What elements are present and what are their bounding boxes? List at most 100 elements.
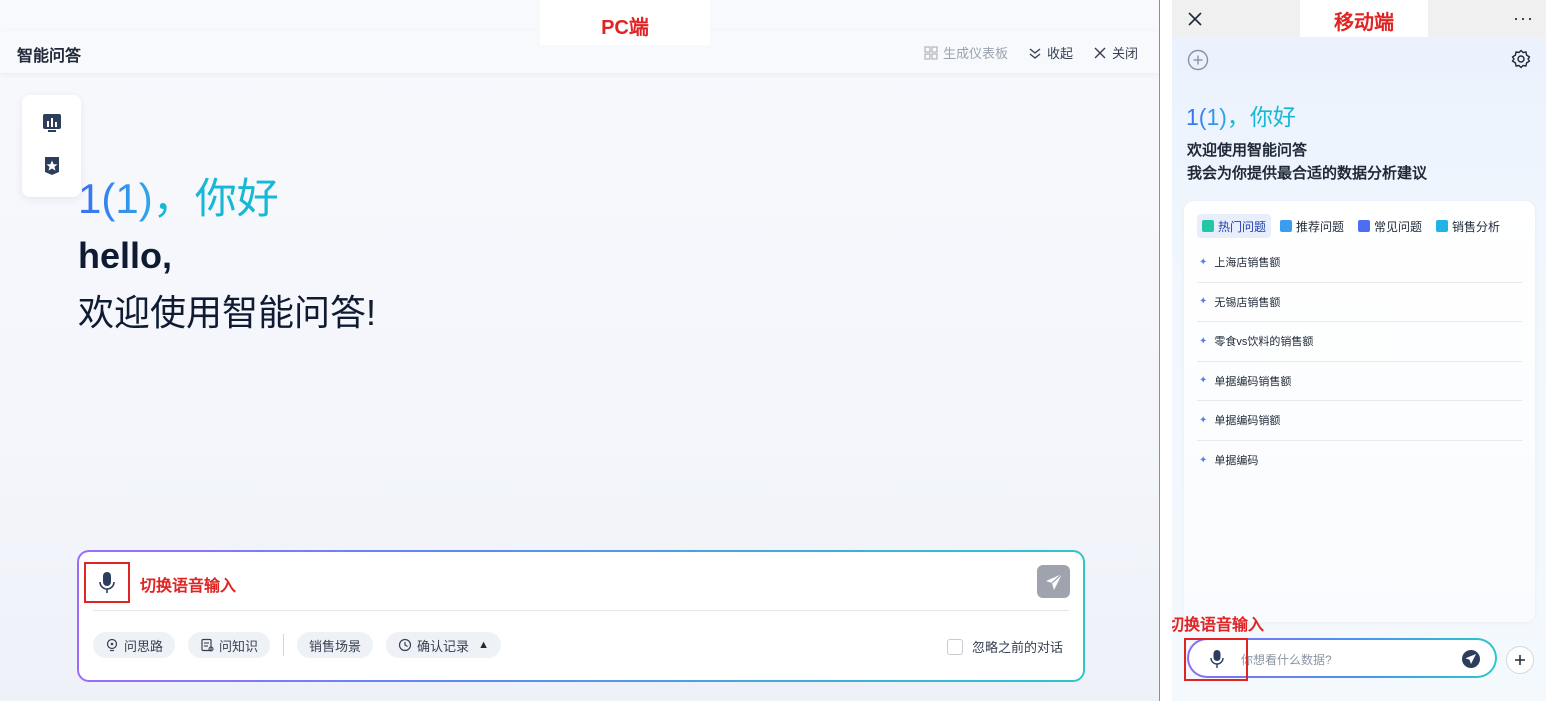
sparkle-icon: ✦ [1199,375,1208,387]
mobile-welcome-line2: 我会为你提供最合适的数据分析建议 [1187,165,1428,182]
greeting-name: 1(1) [78,175,153,222]
close-button[interactable]: 关闭 [1093,43,1138,62]
chip-ask-idea-label: 问思路 [124,638,164,654]
ignore-previous-toggle[interactable]: 忽略之前的对话 [946,637,1063,656]
sparkle-icon: ✦ [1199,414,1208,426]
side-rail [22,95,81,197]
lightbulb-icon [106,638,118,652]
page-title: 智能问答 [17,48,82,65]
chip-confirm-records-label: 确认记录 [417,638,470,654]
mobile-voice-annotation: 切换语音输入 [1172,617,1265,634]
close-icon[interactable] [1186,10,1204,28]
mobile-greeting: 1(1)，你好 [1186,98,1296,132]
close-label: 关闭 [1111,46,1138,61]
tab-hot-questions-label: 热门问题 [1218,219,1267,234]
greeting: 1(1)，你好 [78,165,279,226]
question-text: 无锡店销售额 [1214,296,1281,309]
ignore-previous-checkbox[interactable] [946,638,963,655]
welcome-text: 欢迎使用智能问答! [78,292,377,333]
send-icon[interactable] [1462,650,1480,668]
ignore-previous-label: 忽略之前的对话 [971,640,1063,655]
tab-recommended-questions-label: 推荐问题 [1296,219,1345,234]
tab-recommended-questions[interactable]: 推荐问题 [1275,214,1349,238]
sparkle-icon: ✦ [1199,454,1208,466]
favorites-rail-button[interactable] [42,156,62,176]
chip-sales-scene[interactable]: 销售场景 [297,632,374,658]
question-text: 零食vs饮料的销售额 [1214,336,1314,349]
mobile-input-placeholder: 你想看什么数据? [1241,653,1332,667]
list-item[interactable]: ✦ 零食vs饮料的销售额 [1197,322,1522,362]
close-icon [1094,47,1106,58]
app-root: 智能问答 生成仪表板 收起 关闭 PC端 1(1)，你好 hello, 欢迎使用… [0,0,1546,701]
chip-separator [283,634,285,656]
add-button[interactable] [1506,646,1534,674]
input-divider [93,610,1069,611]
mobile-greeting-name: 1(1) [1186,104,1227,130]
question-text: 单据编码销额 [1214,415,1281,428]
chip-ask-knowledge-label: 问知识 [219,638,259,654]
mobile-top-bar: 移动端 ··· [1172,0,1546,37]
caret-up-icon: ▲ [478,639,489,651]
question-card: 热门问题 推荐问题 常见问题 销售分析 ✦ 上海店销售额 ✦ 无锡店销售额 ✦ … [1184,201,1535,622]
chat-input-box: 切换语音输入 问思路 问知识 销售场景 确认记录 ▲ 忽略之前的对话 [77,550,1085,682]
send-button[interactable] [1037,565,1070,598]
analysis-chart-icon [1436,220,1449,232]
document-icon [201,638,214,652]
tab-hot-questions[interactable]: 热门问题 [1197,214,1272,238]
tab-sales-analysis-label: 销售分析 [1452,219,1501,234]
chart-icon [43,114,61,132]
tab-common-questions-label: 常见问题 [1374,219,1423,234]
new-chat-icon[interactable] [1187,49,1209,71]
collapse-button[interactable]: 收起 [1028,43,1073,62]
mobile-greeting-suffix: ，你好 [1226,104,1296,130]
dashboard-icon [924,45,938,60]
plus-icon [1515,655,1525,665]
send-icon [1045,573,1062,590]
hello-text: hello, [78,235,173,276]
header-actions: 生成仪表板 收起 关闭 [924,43,1138,62]
collapse-label: 收起 [1046,46,1073,61]
hot-questions-icon [1202,220,1214,232]
pc-annotation-label: PC端 [540,0,710,45]
tab-sales-analysis[interactable]: 销售分析 [1431,214,1505,238]
voice-input-annotation: 切换语音输入 [140,578,237,595]
pc-panel: 智能问答 生成仪表板 收起 关闭 PC端 1(1)，你好 hello, 欢迎使用… [0,0,1160,701]
list-item[interactable]: ✦ 上海店销售额 [1197,243,1522,283]
collapse-icon [1029,47,1041,59]
gear-icon[interactable] [1511,49,1531,69]
chat-input-inner: 切换语音输入 问思路 问知识 销售场景 确认记录 ▲ 忽略之前的对话 [79,552,1083,680]
question-text: 上海店销售额 [1214,257,1281,270]
question-text: 单据编码 [1214,455,1259,468]
voice-input-button[interactable] [84,562,130,603]
list-icon [1358,220,1371,232]
bar-chart-icon [1280,220,1293,232]
clock-icon [398,638,412,652]
sparkle-icon: ✦ [1199,256,1208,268]
microphone-icon [99,571,115,593]
generate-dashboard-button[interactable]: 生成仪表板 [924,43,1008,62]
question-tabs: 热门问题 推荐问题 常见问题 销售分析 [1197,214,1505,238]
chip-confirm-records[interactable]: 确认记录 ▲ [386,632,501,658]
star-badge-icon [45,157,59,175]
sparkle-icon: ✦ [1199,296,1208,308]
sparkle-icon: ✦ [1199,335,1208,347]
mobile-panel: 移动端 ··· 1(1)，你好 欢迎使用智能问答 我会为你提供最合适的数据分析建… [1172,0,1546,701]
list-item[interactable]: ✦ 单据编码销额 [1197,401,1522,441]
list-item[interactable]: ✦ 无锡店销售额 [1197,283,1522,322]
mobile-welcome-line1: 欢迎使用智能问答 [1187,142,1308,159]
generate-dashboard-label: 生成仪表板 [942,46,1008,61]
chip-ask-knowledge[interactable]: 问知识 [188,632,271,658]
question-list: ✦ 上海店销售额 ✦ 无锡店销售额 ✦ 零食vs饮料的销售额 ✦ 单据编码销售额 ✦ 单据… [1197,243,1522,480]
mobile-annotation-label: 移动端 [1300,0,1428,37]
tab-common-questions[interactable]: 常见问题 [1353,214,1427,238]
greeting-suffix: ，你好 [152,175,279,222]
more-menu-button[interactable]: ··· [1513,8,1534,29]
quick-chips: 问思路 问知识 销售场景 确认记录 ▲ [93,632,501,658]
microphone-icon[interactable] [1209,649,1225,669]
list-item[interactable]: ✦ 单据编码 [1197,441,1522,481]
chip-sales-scene-label: 销售场景 [309,638,362,654]
chip-ask-idea[interactable]: 问思路 [93,632,176,658]
chart-rail-button[interactable] [42,113,62,133]
list-item[interactable]: ✦ 单据编码销售额 [1197,362,1522,401]
question-text: 单据编码销售额 [1214,375,1292,388]
